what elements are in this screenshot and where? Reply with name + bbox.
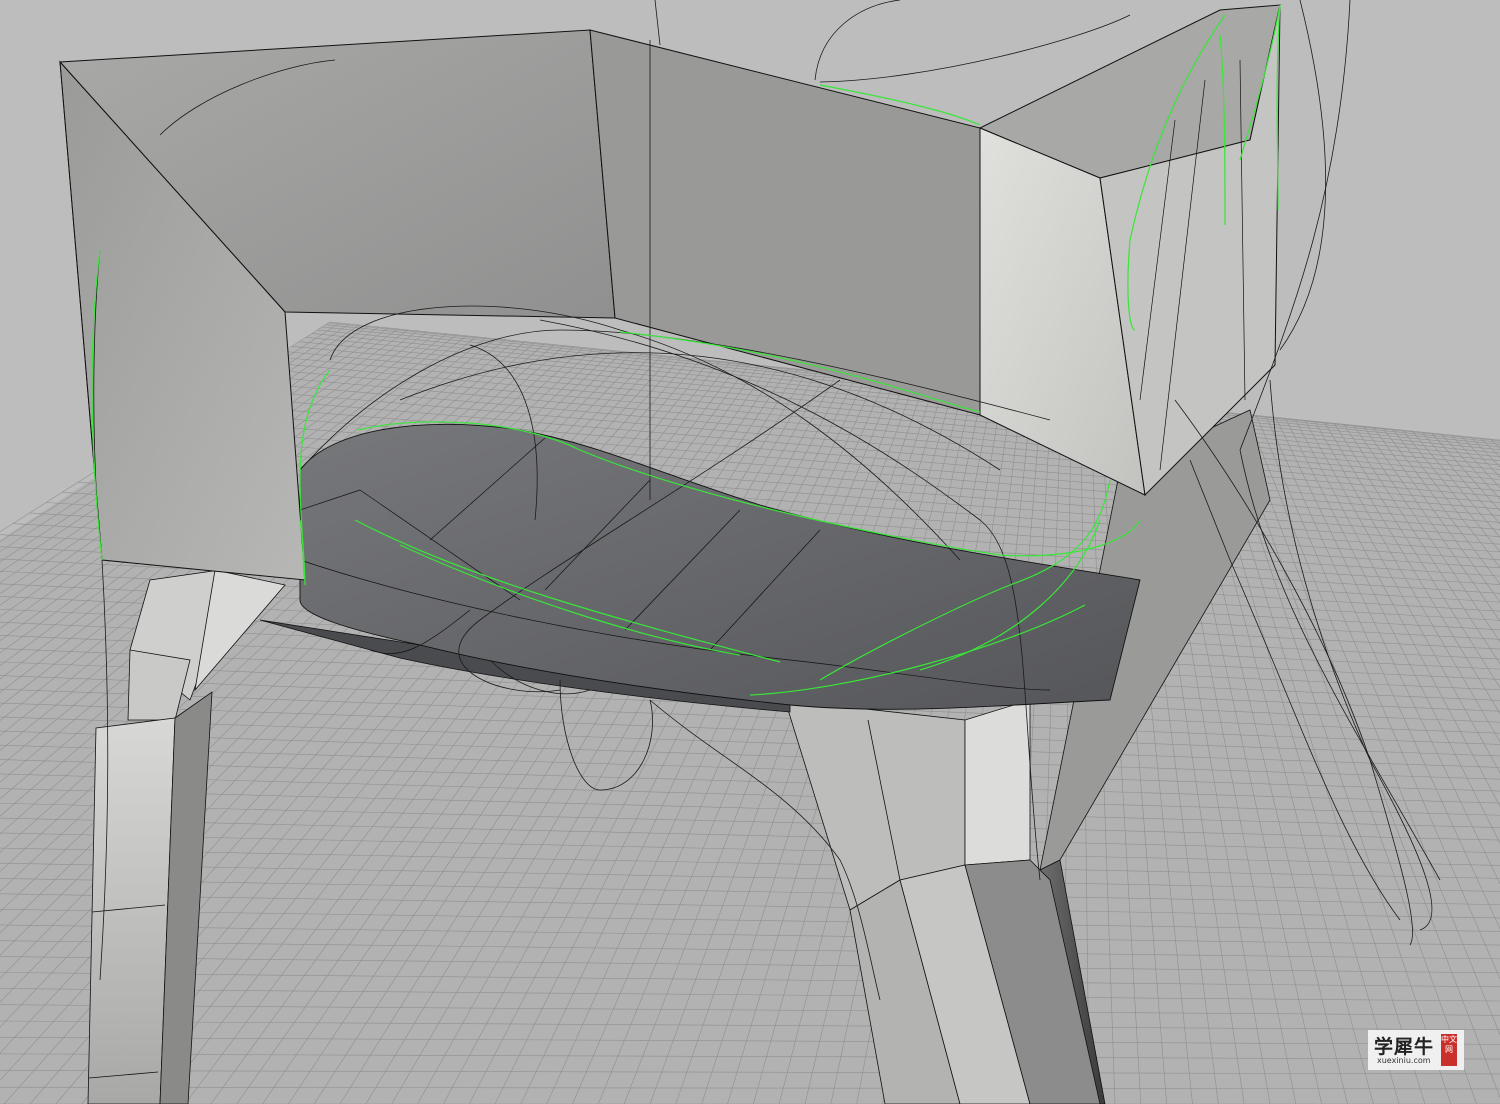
watermark-seal: 中文网	[1441, 1034, 1457, 1066]
watermark-title: 学犀牛	[1374, 1036, 1435, 1058]
site-watermark: 学犀牛 中文网 xuexiniu.com	[1368, 1030, 1464, 1070]
watermark-domain: xuexiniu.com	[1377, 1056, 1431, 1065]
rhino-perspective-viewport[interactable]	[0, 0, 1500, 1104]
viewport-canvas[interactable]	[0, 0, 1500, 1104]
